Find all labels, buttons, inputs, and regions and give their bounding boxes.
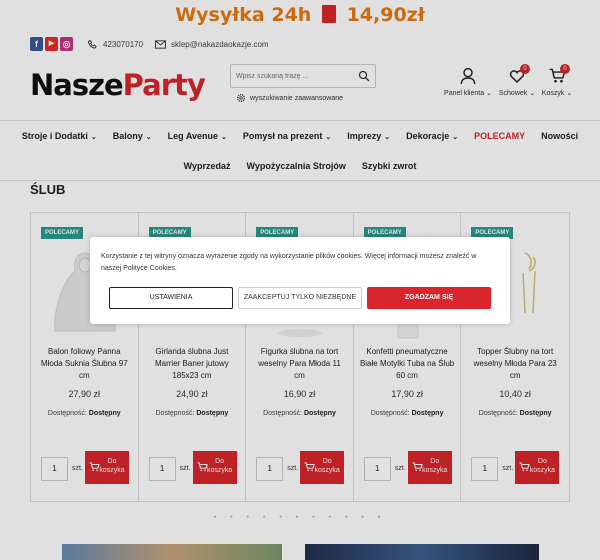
cookie-message: Korzystanie z tej witryny oznacza wyraże… [101,253,477,272]
cookie-settings-button[interactable]: USTAWIENIA [109,287,233,309]
cookie-consent-dialog: Korzystanie z tej witryny oznacza wyraże… [90,237,510,324]
accept-necessary-button[interactable]: ZAAKCEPTUJ TYLKO NIEZBĘDNE [238,287,362,309]
accept-all-button[interactable]: ZGADZAM SIĘ [367,287,491,309]
